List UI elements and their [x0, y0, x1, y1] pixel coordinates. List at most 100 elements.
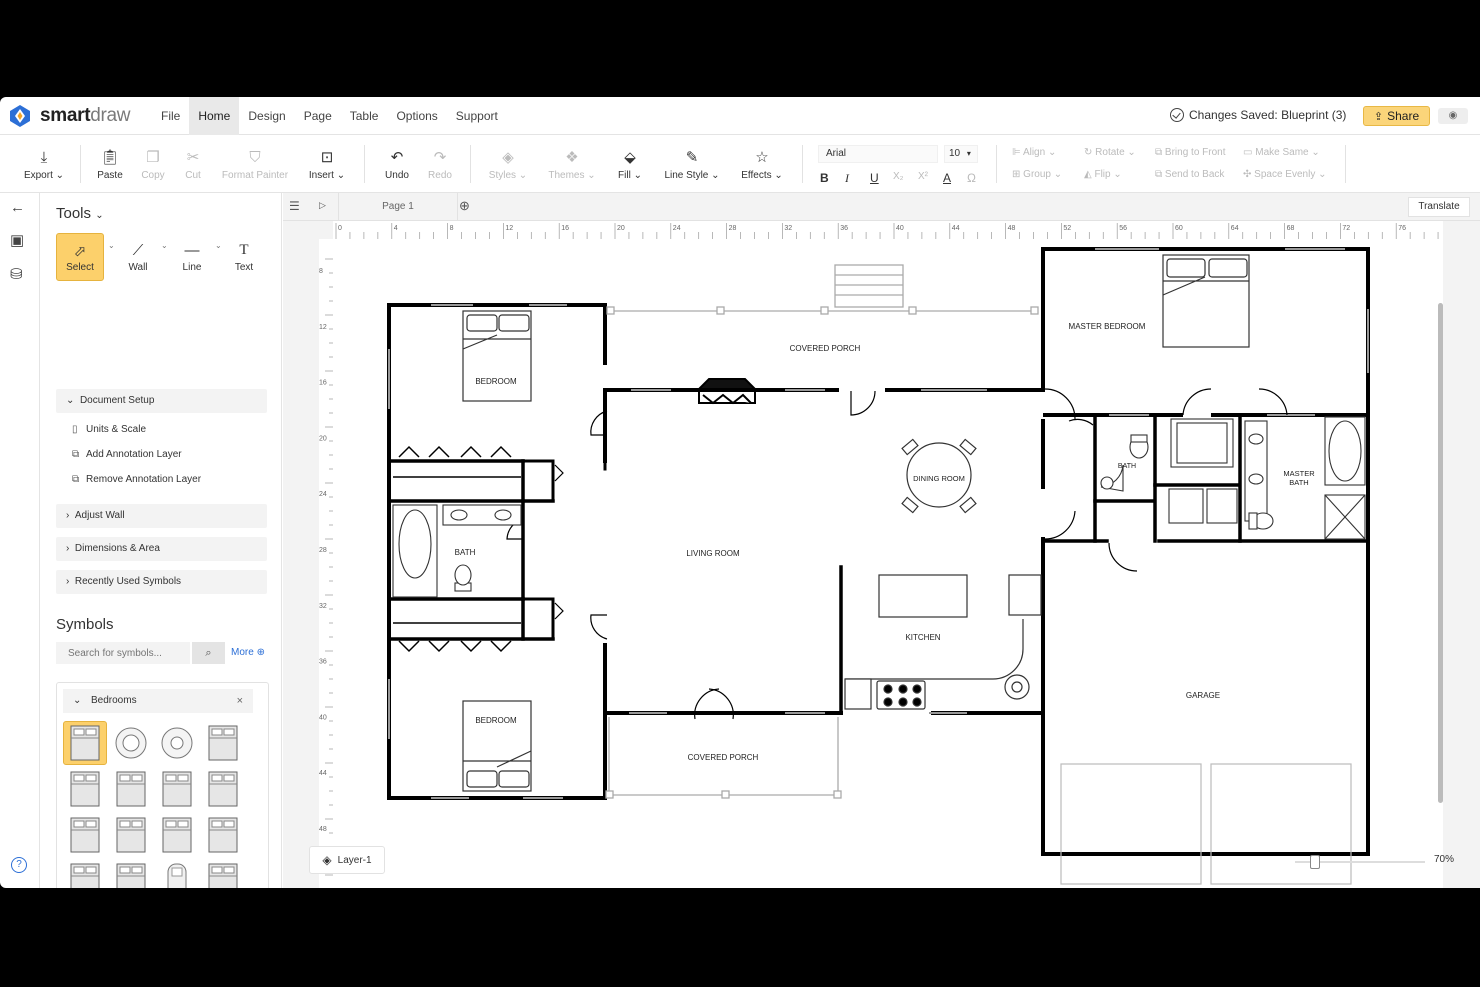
add-annotation-layer-item[interactable]: ⧉ Add Annotation Layer [72, 449, 182, 460]
play-icon[interactable]: ▷ [319, 200, 326, 211]
dimensions-area-header[interactable]: › Dimensions & Area [56, 537, 267, 561]
ruler-label: 24 [319, 491, 327, 498]
symbol-bed-1-2[interactable] [155, 767, 199, 811]
undo-button[interactable]: ↶ Undo [377, 135, 417, 193]
line-tool[interactable]: — Line [168, 233, 216, 281]
symbol-search-input[interactable] [56, 642, 190, 664]
superscript-button[interactable]: X² [918, 171, 928, 182]
zoom-slider-thumb[interactable] [1310, 855, 1320, 869]
symbol-library: ⌄ Bedrooms × [56, 682, 269, 888]
symbol-bed-3-2[interactable] [155, 859, 199, 888]
symbol-bed-1-3[interactable] [201, 767, 245, 811]
format-painter-button[interactable]: ⛉ Format Painter [218, 135, 292, 193]
effects-button[interactable]: ☆ Effects ⌄ [736, 135, 788, 193]
close-library-icon[interactable]: × [237, 689, 243, 713]
pen-icon: ✎ [685, 148, 699, 166]
undo-icon: ↶ [390, 148, 404, 166]
symbol-bed-3-0[interactable] [63, 859, 107, 888]
toolbox-icon[interactable]: ▣ [10, 231, 24, 249]
symbol-bed-1-0[interactable] [63, 767, 107, 811]
ruler-label: 52 [1063, 225, 1071, 232]
symbol-bed-0-0[interactable] [63, 721, 107, 765]
units-scale-item[interactable]: ▯ Units & Scale [72, 424, 146, 435]
symbol-bed-0-2[interactable] [155, 721, 199, 765]
font-select[interactable]: Arial [818, 145, 938, 163]
menu-design[interactable]: Design [239, 97, 294, 135]
make-same-button[interactable]: ▭ Make Same ⌄ [1243, 147, 1320, 158]
floor-plan[interactable]: BEDROOM BEDROOM BATH LIVING ROOM DINING … [333, 239, 1443, 888]
redo-button[interactable]: ↷ Redo [420, 135, 460, 193]
canvas-vertical-scrollbar[interactable] [1438, 303, 1443, 803]
caret-icon[interactable]: ⌄ [161, 241, 168, 250]
symbol-bed-1-1[interactable] [109, 767, 153, 811]
menu-page[interactable]: Page [295, 97, 341, 135]
redo-icon: ↷ [433, 148, 447, 166]
menu-home[interactable]: Home [189, 97, 240, 135]
wall-tool[interactable]: ⟋ Wall [114, 233, 162, 281]
text-tool[interactable]: T Text [220, 233, 268, 281]
remove-annotation-layer-item[interactable]: ⧉ Remove Annotation Layer [72, 474, 201, 485]
align-button[interactable]: ⊫ Align ⌄ [1012, 147, 1056, 158]
symbol-bed-3-1[interactable] [109, 859, 153, 888]
share-button[interactable]: ⇪ Share [1363, 106, 1430, 126]
recently-used-symbols-header[interactable]: › Recently Used Symbols [56, 570, 267, 594]
select-tool[interactable]: ⬀ Select [56, 233, 104, 281]
group-button[interactable]: ⊞ Group ⌄ [1012, 169, 1062, 180]
paste-button[interactable]: 📋︎ Paste [90, 135, 130, 193]
layer-selector[interactable]: ◈ Layer-1 [309, 846, 385, 874]
rotate-button[interactable]: ↻ Rotate ⌄ [1084, 147, 1136, 158]
special-char-button[interactable]: Ω [967, 171, 976, 185]
font-size-select[interactable]: 10 ▾ [944, 145, 978, 163]
adjust-wall-header[interactable]: › Adjust Wall [56, 504, 267, 528]
symbol-bed-3-3[interactable] [201, 859, 245, 888]
list-icon[interactable]: ☰ [289, 199, 300, 213]
symbol-bed-2-0[interactable] [63, 813, 107, 857]
symbol-bed-2-1[interactable] [109, 813, 153, 857]
back-arrow-icon[interactable]: ← [10, 199, 25, 216]
symbol-bed-0-1[interactable] [109, 721, 153, 765]
menu-table[interactable]: Table [341, 97, 388, 135]
ruler-label: 0 [338, 225, 342, 232]
italic-button[interactable]: I [845, 171, 849, 186]
eye-icon: ◉ [1448, 110, 1458, 121]
subscript-button[interactable]: X₂ [893, 171, 904, 182]
add-page-icon[interactable]: ⊕ [459, 198, 470, 214]
database-icon[interactable]: ⛁ [10, 265, 23, 283]
themes-button[interactable]: ❖ Themes ⌄ [543, 135, 601, 193]
drawing-sheet[interactable]: BEDROOM BEDROOM BATH LIVING ROOM DINING … [333, 239, 1443, 888]
search-button[interactable]: ⌕ [192, 642, 225, 664]
symbol-bed-0-3[interactable] [201, 721, 245, 765]
symbol-bed-2-3[interactable] [201, 813, 245, 857]
flip-button[interactable]: ◭ Flip ⌄ [1084, 169, 1122, 180]
preview-button[interactable]: ◉ [1438, 108, 1468, 124]
menu-support[interactable]: Support [447, 97, 507, 135]
bold-button[interactable]: B [820, 171, 829, 185]
ruler-label: 28 [729, 225, 737, 232]
library-header[interactable]: ⌄ Bedrooms × [63, 689, 253, 713]
document-setup-header[interactable]: ⌄ Document Setup [56, 389, 267, 413]
send-to-back-button[interactable]: ⧉ Send to Back [1155, 169, 1224, 180]
room-label-master-bedroom: MASTER BEDROOM [1069, 322, 1146, 331]
symbol-bed-2-2[interactable] [155, 813, 199, 857]
room-label-bath: BATH [455, 548, 476, 557]
fill-button[interactable]: ⬙ Fill ⌄ [610, 135, 650, 193]
underline-button[interactable]: U [870, 171, 879, 185]
tools-title[interactable]: Tools ⌄ [56, 205, 104, 222]
insert-button[interactable]: ⊡ Insert ⌄ [302, 135, 352, 193]
paint-bucket-icon: ⬙ [624, 148, 636, 166]
menu-file[interactable]: File [152, 97, 189, 135]
export-button[interactable]: ⤓ Export ⌄ [20, 135, 68, 193]
page-tab-1[interactable]: Page 1 [338, 193, 458, 221]
bring-to-front-button[interactable]: ⧉ Bring to Front [1155, 147, 1226, 158]
text-color-button[interactable]: A [943, 171, 951, 185]
cut-button[interactable]: ✂ Cut [176, 135, 210, 193]
translate-button[interactable]: Translate [1408, 197, 1470, 217]
menu-options[interactable]: Options [387, 97, 446, 135]
styles-icon: ◈ [502, 148, 514, 166]
copy-button[interactable]: ❐ Copy [135, 135, 171, 193]
help-icon[interactable]: ? [11, 857, 27, 873]
space-evenly-button[interactable]: ✣ Space Evenly ⌄ [1243, 169, 1327, 180]
more-symbols-link[interactable]: More ⊕ [231, 647, 265, 658]
styles-button[interactable]: ◈ Styles ⌄ [482, 135, 534, 193]
line-style-button[interactable]: ✎ Line Style ⌄ [660, 135, 724, 193]
